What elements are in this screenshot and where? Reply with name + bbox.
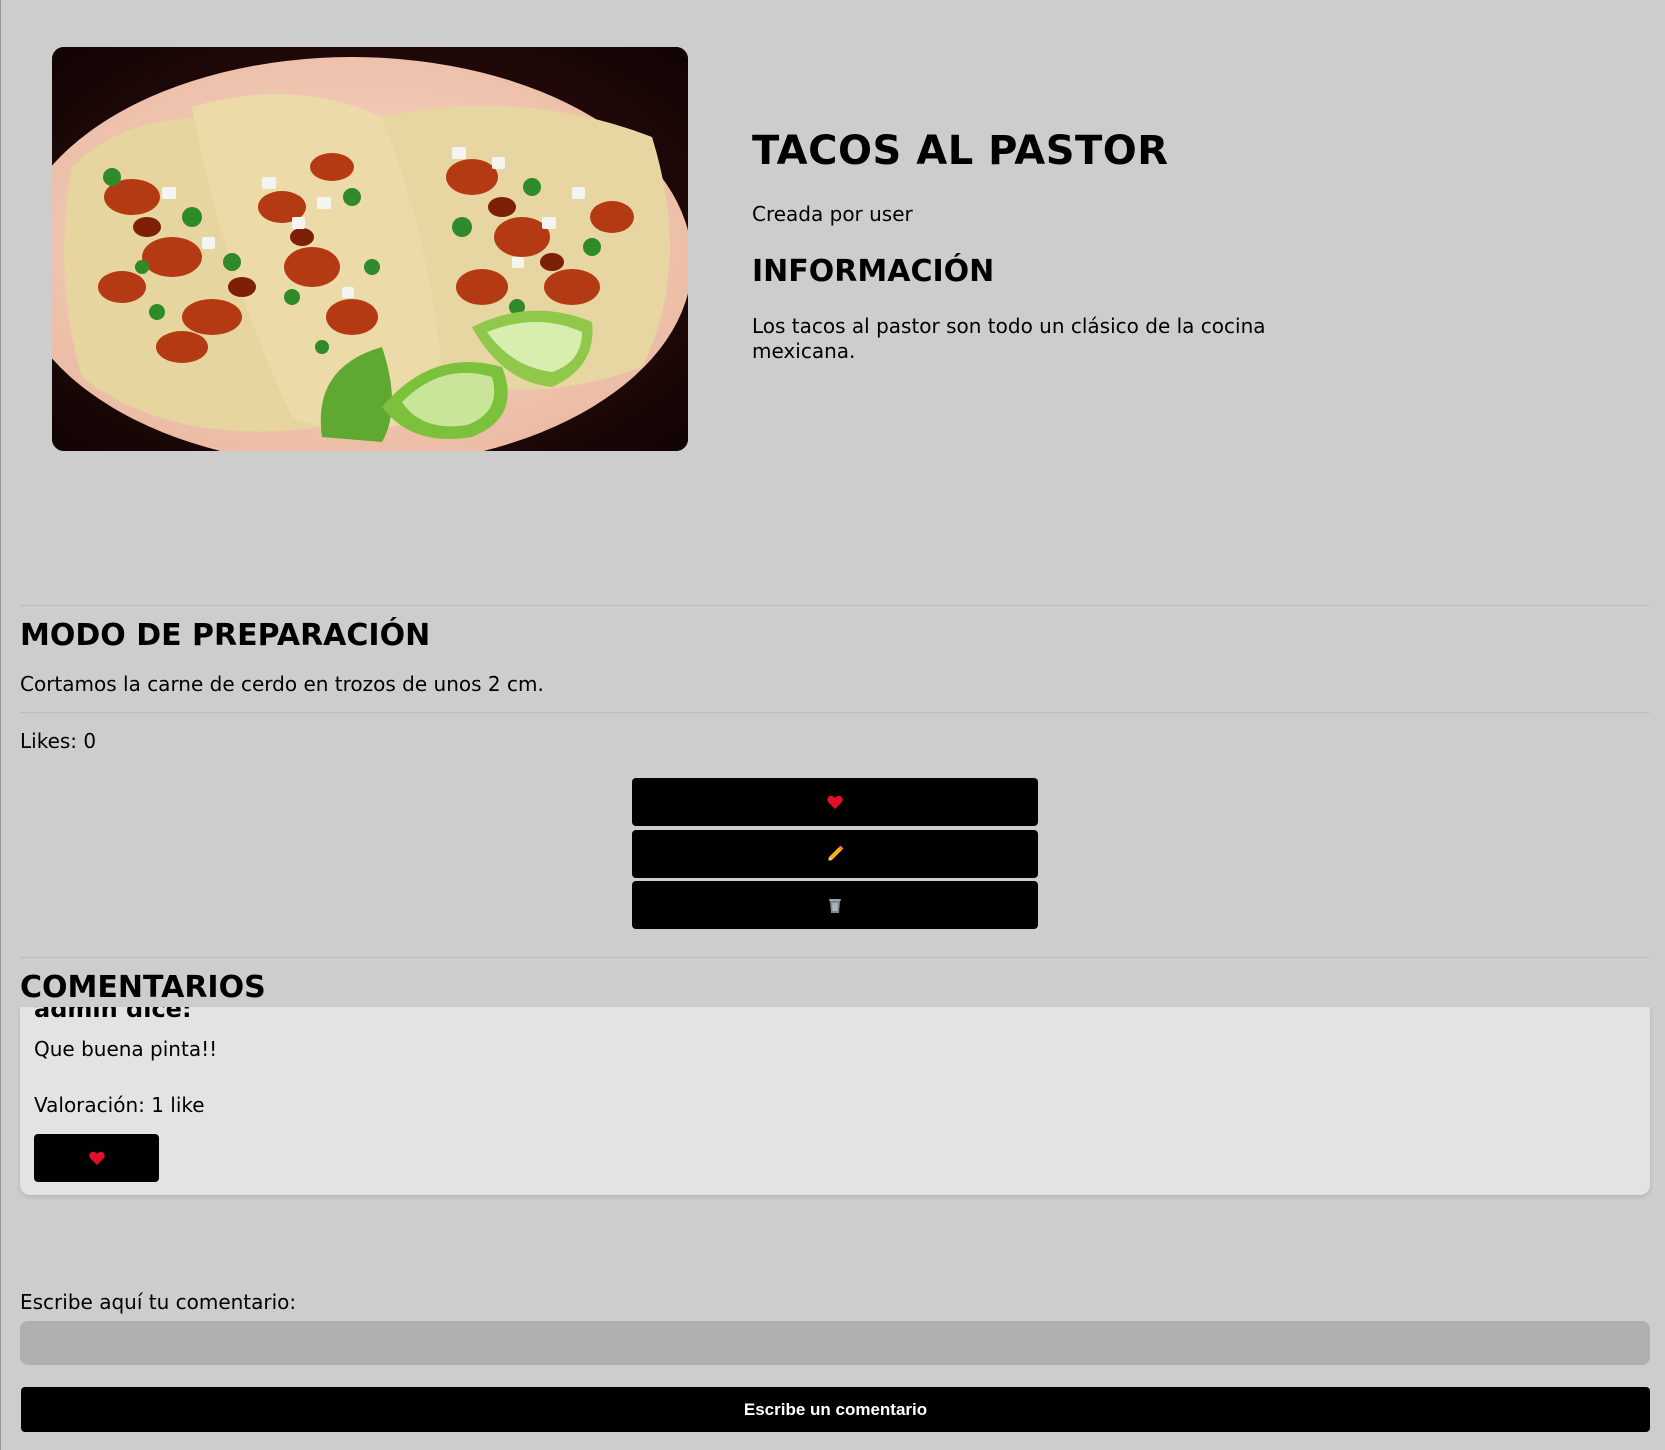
recipe-photo: [52, 47, 688, 451]
delete-button[interactable]: [632, 881, 1038, 929]
info-heading: INFORMACIÓN: [752, 254, 995, 289]
preparation-heading: MODO DE PREPARACIÓN: [20, 618, 431, 653]
tacos-photo-illustration: [52, 47, 688, 451]
like-button[interactable]: [632, 778, 1038, 826]
comment-text: Que buena pinta!!: [34, 1037, 218, 1061]
section-divider: [20, 957, 1650, 958]
likes-count: Likes: 0: [20, 729, 97, 753]
comments-heading: COMENTARIOS: [20, 970, 266, 1005]
heart-icon: [88, 1151, 105, 1165]
heart-icon: [827, 795, 843, 809]
recipe-page: TACOS AL PASTOR Creada por user INFORMAC…: [0, 0, 1665, 1450]
comment-like-button[interactable]: [34, 1134, 159, 1182]
pencil-icon: [825, 844, 845, 864]
edit-button[interactable]: [632, 830, 1038, 878]
trash-icon: [827, 896, 843, 914]
section-divider: [20, 712, 1650, 713]
preparation-text: Cortamos la carne de cerdo en trozos de …: [20, 672, 544, 696]
page-edge: [0, 0, 1, 1450]
comment-input[interactable]: [20, 1321, 1650, 1365]
section-divider: [20, 605, 1650, 606]
comment-input-label: Escribe aquí tu comentario:: [20, 1290, 297, 1314]
recipe-title: TACOS AL PASTOR: [752, 128, 1169, 174]
info-text: Los tacos al pastor son todo un clásico …: [752, 314, 1266, 363]
submit-comment-button[interactable]: Escribe un comentario: [21, 1387, 1650, 1432]
comment-author: admin dice:: [34, 1007, 192, 1023]
comment-card: admin dice: Que buena pinta!! Valoración…: [20, 1007, 1650, 1195]
recipe-author: Creada por user: [752, 202, 913, 226]
comment-rating: Valoración: 1 like: [34, 1093, 205, 1117]
